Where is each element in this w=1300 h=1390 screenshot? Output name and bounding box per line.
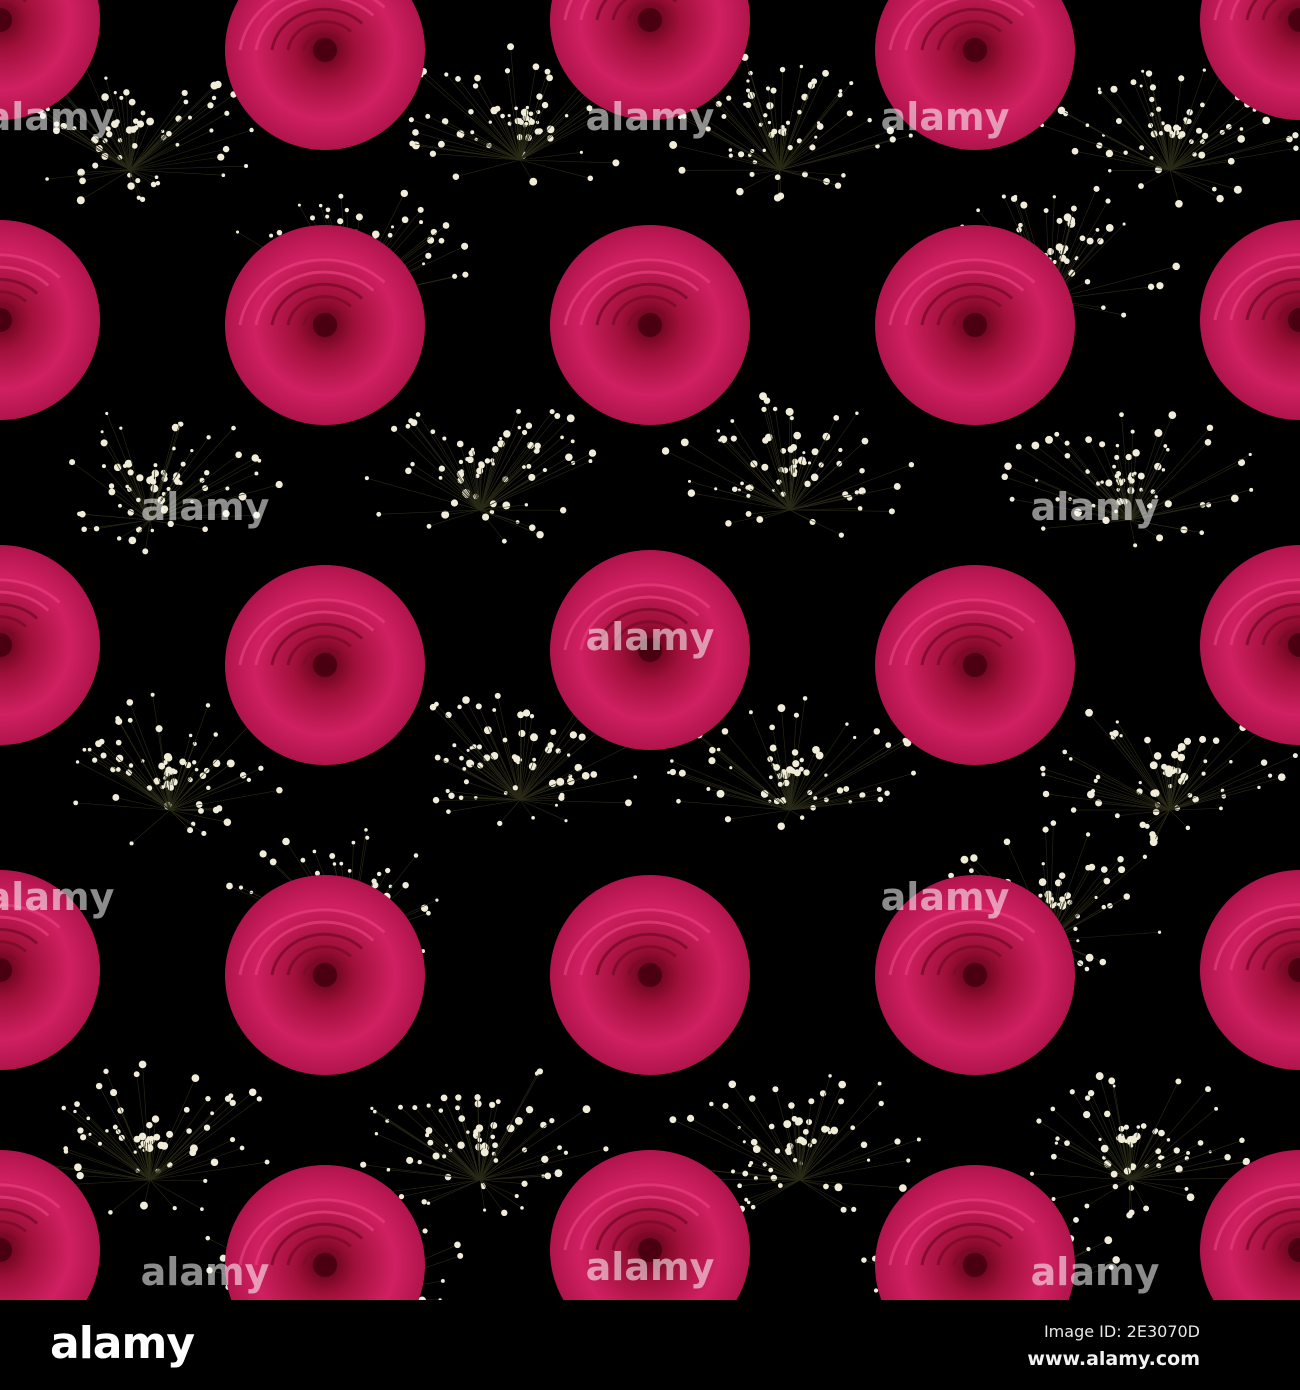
watermark-text: alamy xyxy=(881,95,1010,139)
watermark-text: alamy xyxy=(586,1245,715,1289)
site-url: www.alamy.com xyxy=(1027,1348,1200,1370)
watermark-text: alamy xyxy=(0,875,115,919)
rose xyxy=(875,565,1075,765)
stock-photo: alamyalamyalamyalamyalamyalamyalamyalamy… xyxy=(0,0,1300,1390)
watermark-text: alamy xyxy=(141,1250,270,1294)
rose xyxy=(550,875,750,1075)
rose xyxy=(550,225,750,425)
watermark-text: alamy xyxy=(1031,1250,1160,1294)
watermark-text: alamy xyxy=(0,95,115,139)
watermark-text: alamy xyxy=(141,485,270,529)
alamy-logo: alamy xyxy=(50,1318,195,1369)
watermark-text: alamy xyxy=(881,875,1010,919)
rose-pattern-image: alamy alamy alamy alamy alamy alamy alamy alamy… xyxy=(0,0,1300,1300)
watermark-text: alamy xyxy=(1031,485,1160,529)
image-id: Image ID: 2E3070D xyxy=(1043,1322,1200,1341)
rose xyxy=(225,875,425,1075)
footer-bar: alamy Image ID: 2E3070D www.alamy.com xyxy=(0,1300,1300,1390)
rose xyxy=(875,225,1075,425)
watermark-text: alamy xyxy=(586,95,715,139)
watermark-text: alamy xyxy=(586,615,715,659)
rose xyxy=(225,565,425,765)
rose xyxy=(225,225,425,425)
